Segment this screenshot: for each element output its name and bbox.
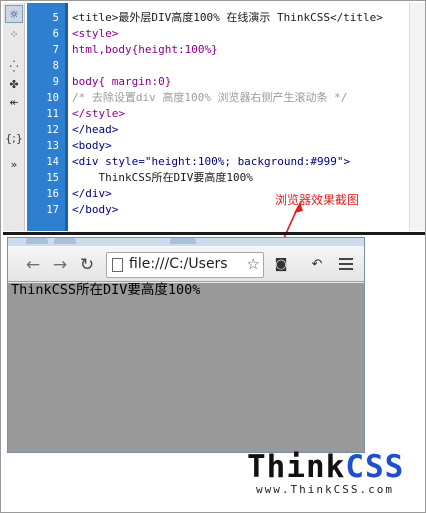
screenshot-frame: ☼ ⁘ ⁛ ✤ ↞ {;} » <title>最外层DIV高度100% 在线演示 Think… xyxy=(0,0,426,513)
code-token: /* 去除设置div 高度100% 浏览器右侧产生滚动条 */ xyxy=(72,91,348,104)
url-text[interactable]: file:///C:/Users xyxy=(129,256,241,272)
code-token: </head> xyxy=(72,123,119,136)
code-token: ThinkCSS所在DIV要高度100% xyxy=(72,171,253,184)
annotation-label: 浏览器效果截图 xyxy=(275,193,360,207)
tab[interactable] xyxy=(54,238,76,244)
editor-tool-icon[interactable]: ✤ xyxy=(5,75,23,93)
editor-tool-strip: ☼ ⁘ ⁛ ✤ ↞ {;} » xyxy=(3,3,25,231)
editor-tool-icon[interactable]: ⁛ xyxy=(5,57,23,75)
page-text: ThinkCSS所在DIV要高度100% xyxy=(11,282,201,298)
code-token: </div> xyxy=(72,187,112,200)
page-viewport: ThinkCSS所在DIV要高度100% xyxy=(8,282,364,452)
code-line[interactable]: html,body{height:100%} xyxy=(72,42,218,58)
reload-icon[interactable]: ↻ xyxy=(76,256,98,274)
tab[interactable] xyxy=(26,238,48,244)
editor-tool-icon[interactable]: {;} xyxy=(5,129,23,147)
code-line[interactable]: </style> xyxy=(72,106,125,122)
line-number: 11 xyxy=(46,108,59,120)
bookmark-star-icon[interactable]: ☆ xyxy=(247,255,260,273)
code-line[interactable]: body{ margin:0} xyxy=(72,74,171,90)
line-number: 16 xyxy=(46,188,59,200)
code-line[interactable]: /* 去除设置div 高度100% 浏览器右侧产生滚动条 */ xyxy=(72,90,347,106)
code-token: html,body{height:100%} xyxy=(72,43,218,56)
line-number: 6 xyxy=(52,28,59,40)
editor-scrollbar[interactable] xyxy=(409,3,425,231)
page-icon xyxy=(112,258,123,272)
code-token: </body> xyxy=(72,203,119,216)
code-line[interactable]: </body> xyxy=(72,202,118,218)
browser-window: ← → ↻ file:///C:/Users ☆ ◙ ↶ ThinkCSS所在D… xyxy=(7,237,365,453)
extension-icon[interactable]: ◙ xyxy=(272,257,290,273)
code-line[interactable]: <body> xyxy=(72,138,112,154)
line-number: 5 xyxy=(52,12,59,24)
undo-extension-icon[interactable]: ↶ xyxy=(308,257,326,273)
code-editor: ☼ ⁘ ⁛ ✤ ↞ {;} » <title>最外层DIV高度100% 在线演示 Think… xyxy=(3,3,425,231)
code-line[interactable]: <div style="height:100%; background:#999… xyxy=(72,154,350,170)
code-line[interactable]: <title>最外层DIV高度100% 在线演示 ThinkCSS</title… xyxy=(72,10,383,26)
code-token: <div style="height:100%; background:#999… xyxy=(72,155,351,168)
code-token: <style> xyxy=(72,27,119,40)
back-icon[interactable]: ← xyxy=(22,256,44,274)
line-number: 15 xyxy=(46,172,59,184)
line-number: 12 xyxy=(46,124,59,136)
editor-tool-icon[interactable]: ↞ xyxy=(5,93,23,111)
tab[interactable] xyxy=(170,238,196,244)
line-number: 13 xyxy=(46,140,59,152)
section-separator xyxy=(3,232,425,235)
gutter-edge xyxy=(65,3,68,231)
code-line[interactable]: </div> xyxy=(72,186,112,202)
code-line[interactable]: <style> xyxy=(72,26,118,42)
watermark-url: www.ThinkCSS.com xyxy=(256,483,394,496)
forward-icon[interactable]: → xyxy=(49,256,71,274)
tab-strip xyxy=(8,238,364,246)
code-token: <title>最外层DIV高度100% 在线演示 ThinkCSS</title… xyxy=(72,11,383,24)
code-line[interactable]: ThinkCSS所在DIV要高度100% xyxy=(72,170,253,186)
thinkcss-logo: ThinkCSS xyxy=(247,449,404,485)
logo-part-think: Think xyxy=(247,449,346,485)
line-number: 10 xyxy=(46,92,59,104)
address-bar[interactable]: file:///C:/Users ☆ xyxy=(106,252,264,278)
line-number: 17 xyxy=(46,204,59,216)
code-token: body{ margin:0} xyxy=(72,75,172,88)
editor-tool-icon[interactable]: » xyxy=(5,155,23,173)
line-number: 9 xyxy=(52,76,59,88)
logo-part-css: CSS xyxy=(345,449,405,485)
line-number: 14 xyxy=(46,156,59,168)
menu-icon[interactable] xyxy=(339,258,353,271)
browser-toolbar: ← → ↻ file:///C:/Users ☆ ◙ ↶ xyxy=(8,246,364,282)
editor-tool-icon[interactable]: ☼ xyxy=(5,5,23,23)
code-token: <body> xyxy=(72,139,112,152)
line-number: 8 xyxy=(52,60,59,72)
code-line[interactable]: </head> xyxy=(72,122,118,138)
code-token: </style> xyxy=(72,107,125,120)
line-number: 7 xyxy=(52,44,59,56)
editor-tool-icon[interactable]: ⁘ xyxy=(5,25,23,43)
